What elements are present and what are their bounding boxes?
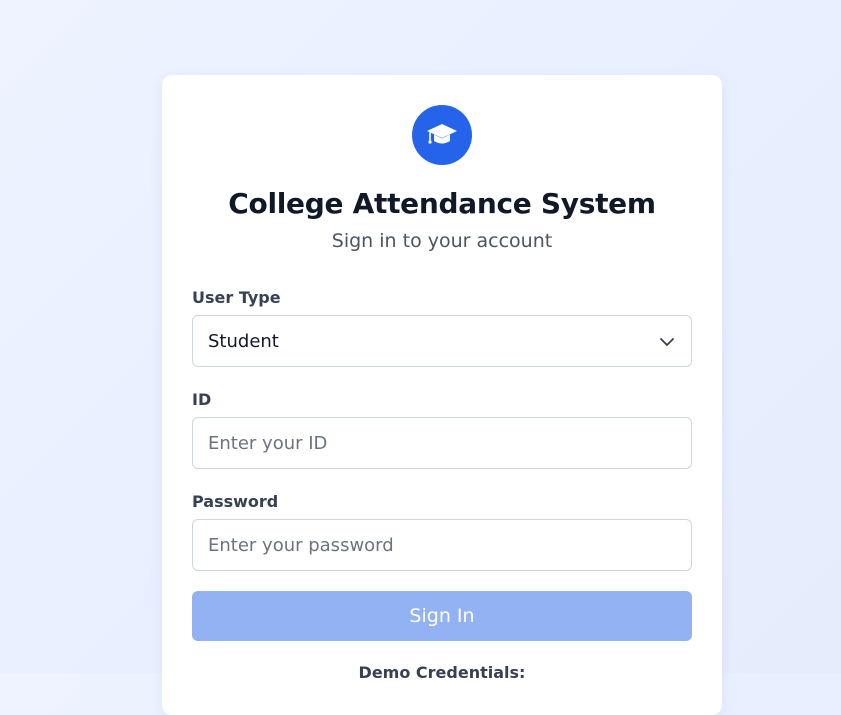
- user-type-select[interactable]: Student: [192, 315, 692, 367]
- page-subtitle: Sign in to your account: [331, 230, 553, 252]
- user-type-selected-value: Student: [208, 330, 279, 352]
- login-card: College Attendance System Sign in to you…: [162, 75, 722, 715]
- user-type-label: User Type: [192, 288, 281, 307]
- page-title: College Attendance System: [228, 187, 656, 220]
- logo-badge: [412, 105, 472, 165]
- graduation-cap-icon: [427, 124, 457, 144]
- sign-in-button[interactable]: Sign In: [192, 591, 692, 641]
- password-label: Password: [192, 492, 279, 511]
- password-input[interactable]: [192, 519, 692, 571]
- id-input[interactable]: [192, 417, 692, 469]
- id-label: ID: [192, 390, 212, 409]
- chevron-down-icon: [660, 338, 674, 346]
